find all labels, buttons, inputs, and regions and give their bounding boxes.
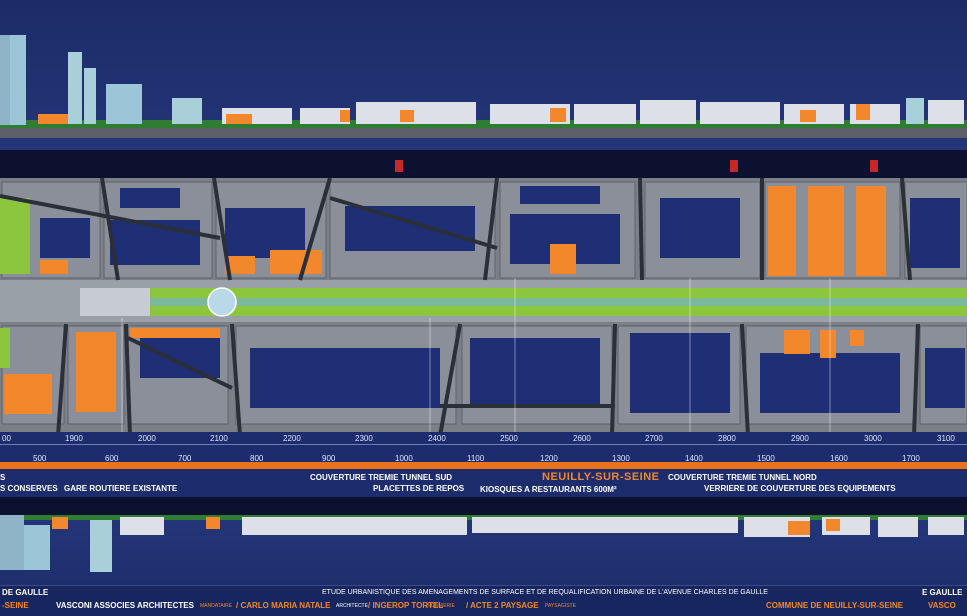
scale-tick: 2600 xyxy=(573,434,591,443)
scale-tick: 2400 xyxy=(428,434,446,443)
scale-tick: 2300 xyxy=(355,434,373,443)
scale-tick: 2900 xyxy=(791,434,809,443)
section-divider xyxy=(0,497,967,515)
partner-name: / CARLO MARIA NATALE xyxy=(236,601,331,610)
legend-label: S CONSERVES xyxy=(0,484,58,493)
scale-tick: 2700 xyxy=(645,434,663,443)
title-block-footer: DE GAULLE -SEINE ETUDE URBANISTIQUE DES … xyxy=(0,585,967,616)
legend-label: COUVERTURE TREMIE TUNNEL SUD xyxy=(310,473,453,482)
south-elevation-band xyxy=(0,515,967,585)
partner-role: ARCHITECTE xyxy=(336,603,368,609)
scale-tick: 2500 xyxy=(500,434,518,443)
south-elevation-drawing xyxy=(0,515,967,572)
legend-label: KIOSQUES A RESTAURANTS 600M² xyxy=(480,485,617,494)
scale-tick: 2200 xyxy=(283,434,301,443)
scale-tick: 00 xyxy=(2,434,11,443)
study-title: ETUDE URBANISTIQUE DES AMENAGEMENTS DE S… xyxy=(322,589,768,596)
architect-name: VASCO xyxy=(928,601,956,610)
footer-street-name: DE GAULLE xyxy=(2,588,49,597)
legend-label: S xyxy=(0,473,6,482)
legend-label: GARE ROUTIERE EXISTANTE xyxy=(64,484,178,493)
section-divider xyxy=(0,150,967,180)
distance-scale: 00 1900 2000 2100 2200 2300 2400 2500 26… xyxy=(0,432,967,463)
legend-label: VERRIERE DE COUVERTURE DES EQUIPEMENTS xyxy=(704,484,896,493)
scale-tick: 2100 xyxy=(210,434,228,443)
scale-tick: 3100 xyxy=(937,434,955,443)
scale-tick: 2800 xyxy=(718,434,736,443)
legend-label: COUVERTURE TREMIE TUNNEL NORD xyxy=(668,473,817,482)
footer-commune-name: -SEINE xyxy=(2,601,29,610)
orange-boundary-bar xyxy=(0,462,967,469)
architect-role: MANDATAIRE xyxy=(200,603,233,609)
urban-plan-view xyxy=(0,178,967,436)
scale-tick: 1900 xyxy=(65,434,83,443)
landscape-name: / ACTE 2 PAYSAGE xyxy=(466,601,539,610)
architect-name: VASCONI ASSOCIES ARCHITECTES xyxy=(56,601,194,610)
legend-label: PLACETTES DE REPOS xyxy=(373,484,465,493)
landscape-role: PAYSAGISTE xyxy=(545,603,576,609)
footer-street-name: E GAULLE xyxy=(922,588,963,597)
avenue-site-plan xyxy=(0,178,967,436)
elevation-ground-line xyxy=(0,128,967,138)
scale-tick: 3000 xyxy=(864,434,882,443)
engineering-role: INGENIERIE xyxy=(426,603,455,609)
client-commune: COMMUNE DE NEUILLY-SUR-SEINE xyxy=(766,601,904,610)
plan-legend: S S CONSERVES GARE ROUTIERE EXISTANTE CO… xyxy=(0,469,967,497)
scale-tick: 2000 xyxy=(138,434,156,443)
city-label: NEUILLY-SUR-SEINE xyxy=(542,471,660,483)
